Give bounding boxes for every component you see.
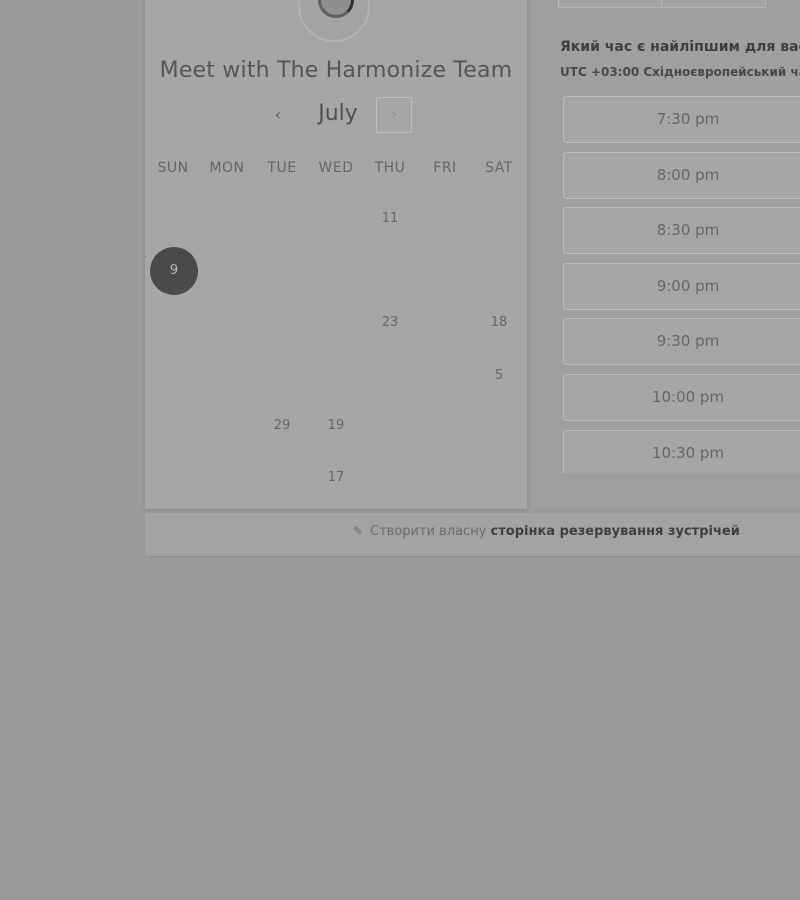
chevron-left-icon[interactable]: ‹ — [270, 105, 286, 125]
calendar-day[interactable]: 11 — [363, 211, 417, 226]
weekday-sun: SUN — [157, 160, 189, 176]
create-booking-page-link[interactable]: ✎ Створити власну сторінка резервування з… — [353, 524, 740, 539]
weekday-tue: TUE — [267, 160, 297, 176]
calendar-day[interactable]: 19 — [309, 418, 363, 433]
time-slot-button[interactable]: 10:30 pm — [563, 429, 800, 473]
weekday-sat: SAT — [485, 160, 513, 176]
footer-text-strong: сторінка резервування зустрічей — [490, 524, 740, 539]
weekday-fri: FRI — [433, 160, 457, 176]
chevron-right-icon[interactable]: › — [376, 97, 412, 133]
time-question: Який час є найліпшим для вас? — [560, 39, 800, 55]
booking-page: ••• Meet with The Harmonize Team ‹ July … — [0, 0, 800, 900]
calendar-day[interactable]: 5 — [472, 368, 526, 383]
time-slot-button[interactable]: 8:00 pm — [563, 151, 800, 199]
weekday-wed: WED — [318, 160, 354, 176]
month-label: July — [318, 101, 358, 126]
chat-bubble-icon: ••• — [318, 0, 360, 18]
footer-text-plain: Створити власну — [370, 524, 487, 539]
time-slot-list[interactable]: 7:30 pm 8:00 pm 8:30 pm 9:00 pm 9:30 pm 10:00… — [563, 96, 800, 473]
time-slot-button[interactable]: 7:30 pm — [563, 96, 800, 143]
selected-day[interactable]: 9 — [150, 247, 198, 295]
time-slot-button[interactable]: 9:00 pm — [563, 262, 800, 310]
view-toggle[interactable] — [558, 0, 766, 8]
time-slot-button[interactable]: 8:30 pm — [563, 207, 800, 255]
month-navigation: ‹ July › — [145, 97, 527, 135]
time-slot-button[interactable]: 9:30 pm — [563, 318, 800, 366]
weekday-mon: MON — [209, 160, 245, 176]
footer-bar: ✎ Створити власну сторінка резервування з… — [145, 513, 800, 556]
avatar-dots: ••• — [327, 0, 361, 6]
calendar-day[interactable]: 17 — [309, 470, 363, 485]
weekday-thu: THU — [374, 160, 406, 176]
view-toggle-divider — [661, 0, 662, 8]
calendar-day[interactable]: 18 — [472, 315, 526, 330]
page-title: Meet with The Harmonize Team — [159, 58, 513, 83]
magic-wand-icon: ✎ — [353, 524, 364, 538]
calendar-day[interactable]: 29 — [255, 418, 309, 433]
calendar-day[interactable]: 23 — [363, 315, 417, 330]
time-slot-button[interactable]: 10:00 pm — [563, 374, 800, 421]
timezone-label[interactable]: UTC +03:00 Східноєвропейський час — [560, 65, 800, 79]
